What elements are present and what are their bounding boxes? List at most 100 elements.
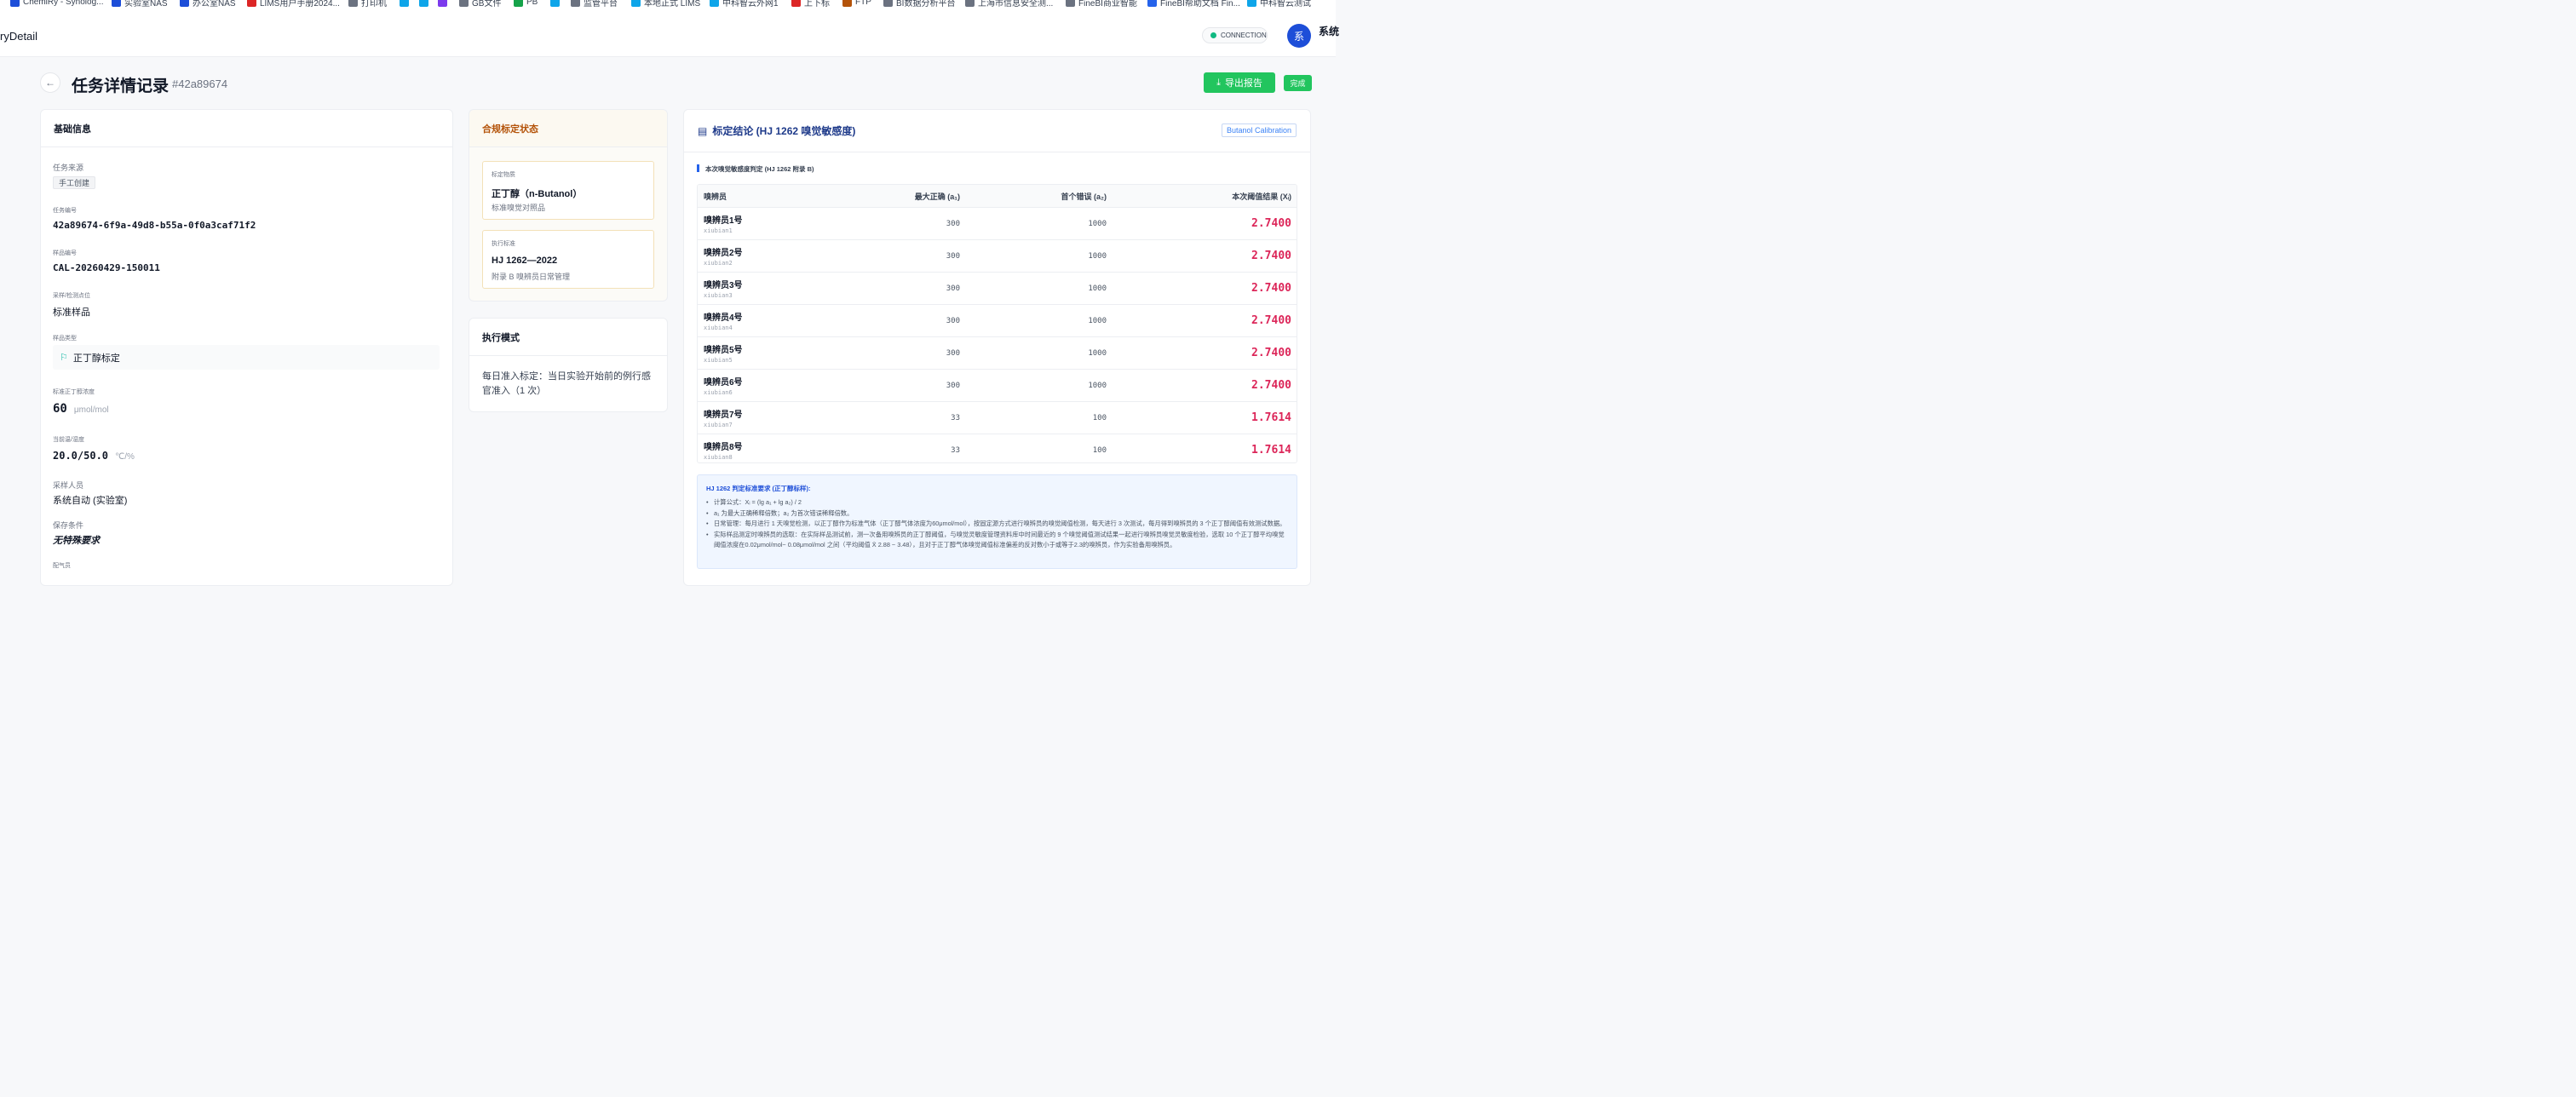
a1-cell: 300 — [946, 251, 960, 261]
a1-cell: 300 — [946, 219, 960, 228]
bookmark-item[interactable]: ChemiRy - Synolog... — [10, 0, 103, 9]
bookmark-item[interactable]: FineBI帮助文档 Fin... — [1147, 0, 1240, 9]
bookmark-item[interactable]: 打印机 — [348, 0, 387, 9]
result-cell: 2.7400 — [1251, 379, 1291, 392]
bookmark-label: ChemiRy - Synolog... — [23, 0, 104, 7]
bookmark-icon — [1147, 0, 1157, 7]
criteria-item: 日常管理：每月进行 1 天嗅觉检测，以正丁醇作为标准气体（正丁醇气体浓度为60μ… — [706, 519, 1288, 530]
bookmark-item[interactable]: FTP — [842, 0, 871, 9]
flag-icon: ⚐ — [60, 353, 68, 363]
bookmark-item[interactable] — [550, 0, 563, 9]
bookmark-item[interactable]: LIMS用户手册2024... — [247, 0, 340, 9]
mode-text: 每日准入标定：当日实验开始前的例行感官准入（1 次） — [482, 371, 651, 396]
bookmark-item[interactable]: 上海市信息安全测... — [965, 0, 1053, 9]
examiner-cell: 嗅辨员6号 xiubian6 — [698, 375, 842, 396]
examiner-name: 嗅辨员3号 — [704, 281, 743, 290]
env-label: 当前温/湿度 — [53, 437, 84, 443]
bookmark-icon — [348, 0, 358, 7]
back-button[interactable]: ← — [40, 72, 60, 93]
a2-cell: 100 — [1092, 445, 1107, 455]
examiner-cell: 嗅辨员2号 xiubian2 — [698, 245, 842, 267]
examiner-cell: 嗅辨员8号 xiubian8 — [698, 439, 842, 461]
bookmark-item[interactable]: 上下标 — [791, 0, 830, 9]
examiner-name: 嗅辨员5号 — [704, 346, 743, 355]
result-cell: 2.7400 — [1251, 282, 1291, 295]
export-report-button[interactable]: ⤓ 导出报告 — [1204, 72, 1275, 93]
conc-label: 标准正丁醇浓度 — [53, 389, 95, 395]
bookmark-item[interactable]: GB文件 — [459, 0, 501, 9]
type-label: 样品类型 — [53, 336, 77, 342]
a2-cell: 1000 — [1088, 284, 1107, 293]
examiner-id: xiubian7 — [704, 422, 733, 428]
bookmark-item[interactable]: 中科智云外网1 — [710, 0, 779, 9]
a1-cell: 300 — [946, 381, 960, 390]
result-cell: 1.7614 — [1251, 411, 1291, 424]
bookmark-label: LIMS用户手册2024... — [260, 0, 340, 9]
bookmark-item[interactable]: 办公室NAS — [180, 0, 236, 9]
bookmark-item[interactable]: BI数据分析平台 — [883, 0, 955, 9]
bookmark-label: FTP — [855, 0, 871, 7]
bookmark-icon — [965, 0, 975, 7]
mode-card: 执行模式 每日准入标定：当日实验开始前的例行感官准入（1 次） — [469, 318, 668, 412]
a2-cell: 1000 — [1088, 219, 1107, 228]
source-label: 任务来源 — [53, 164, 84, 172]
bookmark-item[interactable]: 本地正式 LIMS — [631, 0, 700, 9]
examiner-name: 嗅辨员7号 — [704, 411, 743, 420]
a2-cell: 1000 — [1088, 316, 1107, 325]
criteria-item: a₁ 为最大正确稀释倍数；a₂ 为首次错误稀释倍数。 — [706, 508, 1288, 520]
bookmark-icon — [883, 0, 893, 7]
avatar[interactable]: 系 — [1287, 24, 1311, 48]
table-row: 嗅辨员3号 xiubian3 300 1000 2.7400 — [698, 272, 1297, 304]
basic-info-header: 基础信息 — [41, 110, 452, 147]
table-row: 嗅辨员5号 xiubian5 300 1000 2.7400 — [698, 336, 1297, 369]
examiner-id: xiubian4 — [704, 325, 733, 331]
sampler-label: 采样人员 — [53, 481, 84, 490]
bookmark-item[interactable]: FineBI商业智能 — [1066, 0, 1137, 9]
storage-label: 保存条件 — [53, 521, 84, 530]
examiner-cell: 嗅辨员4号 xiubian4 — [698, 310, 842, 331]
user-name[interactable]: 系统 — [1319, 24, 1339, 38]
bookmark-item[interactable]: PB — [514, 0, 538, 9]
bookmark-label: 打印机 — [361, 0, 387, 9]
sample-type-value: 正丁醇标定 — [72, 353, 120, 364]
bookmark-icon — [842, 0, 852, 7]
substance-sub: 标准嗅觉对照品 — [492, 204, 546, 212]
download-icon: ⤓ — [1216, 77, 1221, 88]
a2-cell: 100 — [1092, 413, 1107, 422]
bookmark-icon — [1066, 0, 1075, 7]
bookmark-icon — [571, 0, 580, 7]
page-title: 任务详情记录 — [72, 78, 170, 95]
bookmark-item[interactable]: 监管平台 — [571, 0, 618, 9]
examiner-id: xiubian5 — [704, 357, 733, 364]
arrow-left-icon: ← — [45, 77, 55, 89]
calibration-badge: Butanol Calibration — [1222, 123, 1297, 137]
bookmark-icon — [791, 0, 801, 7]
table-row: 嗅辨员7号 xiubian7 33 100 1.7614 — [698, 401, 1297, 434]
table-row: 嗅辨员4号 xiubian4 300 1000 2.7400 — [698, 304, 1297, 336]
examiner-id: xiubian8 — [704, 454, 733, 461]
a1-cell: 300 — [946, 284, 960, 293]
bookmark-item[interactable] — [400, 0, 412, 9]
a1-cell: 33 — [951, 445, 960, 455]
result-cell: 2.7400 — [1251, 217, 1291, 230]
env-unit: ℃/% — [115, 452, 135, 462]
bookmark-item[interactable] — [438, 0, 451, 9]
standard-label: 执行标准 — [492, 241, 515, 247]
examiner-cell: 嗅辨员5号 xiubian5 — [698, 342, 842, 364]
standard-box: 执行标准 HJ 1262—2022 附录 B 嗅辨员日常管理 — [482, 230, 654, 289]
section-marker — [697, 164, 699, 172]
bookmark-item[interactable]: 实验室NAS — [112, 0, 168, 9]
bookmark-item[interactable] — [419, 0, 432, 9]
bookmark-label: 办公室NAS — [193, 0, 236, 9]
a2-cell: 1000 — [1088, 251, 1107, 261]
sample-no-label: 样品编号 — [53, 250, 77, 256]
task-no-label: 任务编号 — [53, 208, 77, 214]
standard-value: HJ 1262—2022 — [492, 256, 558, 266]
status-dot-icon — [1210, 32, 1216, 38]
conc-value: 60 — [53, 402, 67, 416]
bookmark-item[interactable]: 中科智云测试 — [1247, 0, 1311, 9]
bookmark-label: 监管平台 — [584, 0, 618, 9]
sampler-value: 系统自动 (实验室) — [53, 496, 128, 506]
result-cell: 2.7400 — [1251, 314, 1291, 327]
examiner-cell: 嗅辨员1号 xiubian1 — [698, 213, 842, 234]
